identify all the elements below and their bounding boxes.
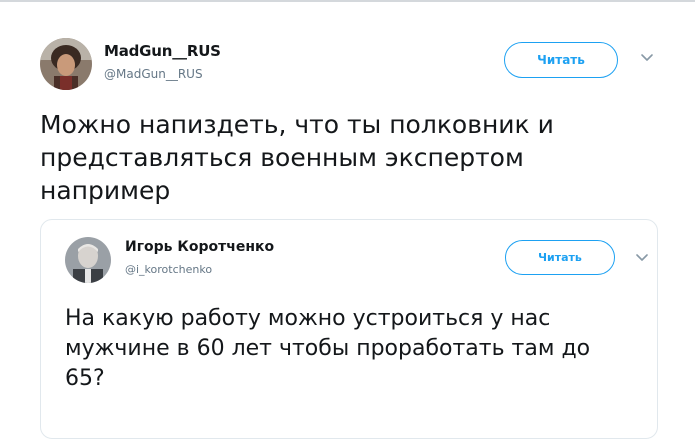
author-name[interactable]: MadGun__RUS	[104, 42, 221, 60]
author-handle[interactable]: @MadGun__RUS	[104, 67, 203, 81]
top-divider	[0, 0, 695, 2]
quoted-tweet-card[interactable]: Игорь Коротченко @i_korotchenko Читать Н…	[40, 219, 658, 439]
quoted-author-handle[interactable]: @i_korotchenko	[125, 263, 212, 276]
author-avatar[interactable]	[40, 38, 92, 90]
chevron-down-icon[interactable]	[640, 53, 654, 63]
tweet-text: Можно напиздеть, что ты полковник и пред…	[40, 110, 554, 205]
author-avatar-image	[40, 38, 92, 90]
quoted-avatar-image	[65, 237, 111, 283]
quoted-author-avatar[interactable]	[65, 237, 111, 283]
quoted-author-name[interactable]: Игорь Коротченко	[125, 239, 274, 255]
quoted-follow-button[interactable]: Читать	[505, 240, 615, 275]
follow-button[interactable]: Читать	[504, 42, 618, 78]
chevron-down-icon[interactable]	[635, 253, 649, 263]
quoted-tweet-text: На какую работу можно устроиться у нас м…	[65, 306, 591, 391]
